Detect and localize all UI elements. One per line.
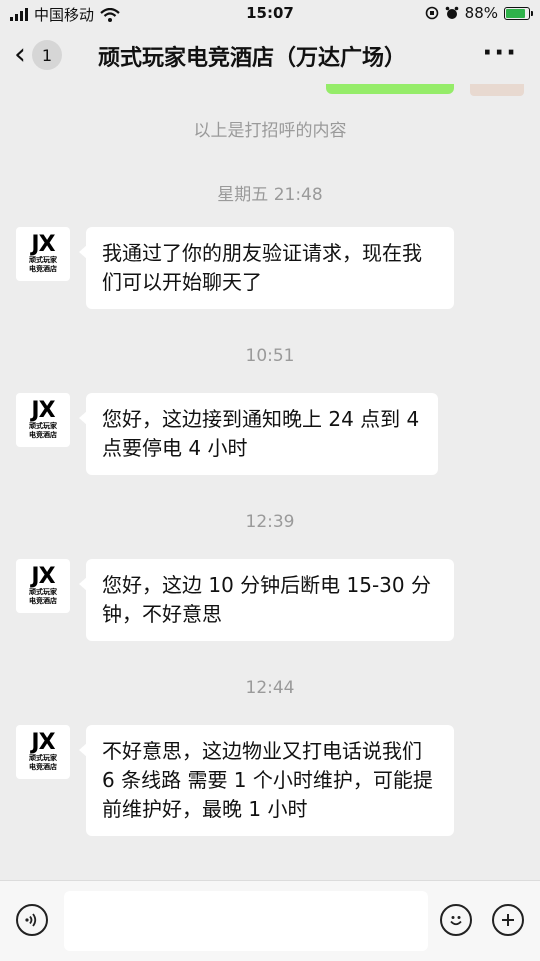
battery-percent: 88%	[464, 4, 498, 22]
add-button[interactable]	[492, 904, 524, 936]
message-bubble[interactable]: 您好，这边 10 分钟后断电 15-30 分钟，不好意思	[79, 559, 454, 641]
avatar[interactable]: JX 顽式玩家 电竞酒店	[16, 393, 70, 447]
avatar[interactable]: JX 顽式玩家 电竞酒店	[16, 227, 70, 281]
orientation-lock-icon	[425, 6, 438, 20]
avatar[interactable]: JX 顽式玩家 电竞酒店	[16, 559, 70, 613]
system-notice: 以上是打招呼的内容	[193, 121, 347, 141]
message-input[interactable]	[64, 891, 428, 951]
alarm-icon	[445, 6, 458, 19]
battery-icon	[504, 6, 533, 20]
message-bubble[interactable]: 我通过了你的朋友验证请求，现在我们可以开始聊天了	[79, 227, 454, 309]
unread-badge: 1	[32, 40, 62, 70]
previous-own-message[interactable]	[326, 84, 454, 94]
avatar-subtext: 顽式玩家 电竞酒店	[29, 588, 57, 605]
chat-title: 顽式玩家电竞酒店（万达广场）	[98, 46, 407, 71]
timestamp: 12:44	[245, 678, 295, 698]
voice-icon	[25, 913, 37, 927]
input-bar	[0, 880, 540, 961]
timestamp: 12:39	[245, 512, 295, 532]
more-button[interactable]: ···	[482, 38, 518, 68]
avatar-subtext: 顽式玩家 电竞酒店	[29, 256, 57, 273]
add-icon	[502, 914, 514, 926]
own-avatar[interactable]	[470, 84, 524, 96]
emoji-button[interactable]	[440, 904, 472, 936]
message-bubble[interactable]: 您好，这边接到通知晚上 24 点到 4 点要停电 4 小时	[79, 393, 438, 475]
back-button[interactable]: ‹ 1	[14, 38, 62, 72]
avatar-subtext: 顽式玩家 电竞酒店	[29, 422, 57, 439]
voice-button[interactable]	[16, 904, 48, 936]
chevron-left-icon: ‹	[14, 37, 26, 72]
timestamp: 10:51	[245, 346, 295, 366]
avatar[interactable]: JX 顽式玩家 电竞酒店	[16, 725, 70, 779]
chat-header: ‹ 1 顽式玩家电竞酒店（万达广场） ···	[0, 28, 540, 84]
status-bar: 中国移动 15:07 88%	[0, 0, 540, 28]
emoji-icon	[450, 916, 462, 926]
status-right: 88%	[425, 4, 533, 22]
timestamp: 星期五 21:48	[217, 185, 323, 205]
message-bubble[interactable]: 不好意思，这边物业又打电话说我们 6 条线路 需要 1 个小时维护，可能提前维护…	[79, 725, 454, 836]
avatar-subtext: 顽式玩家 电竞酒店	[29, 754, 57, 771]
